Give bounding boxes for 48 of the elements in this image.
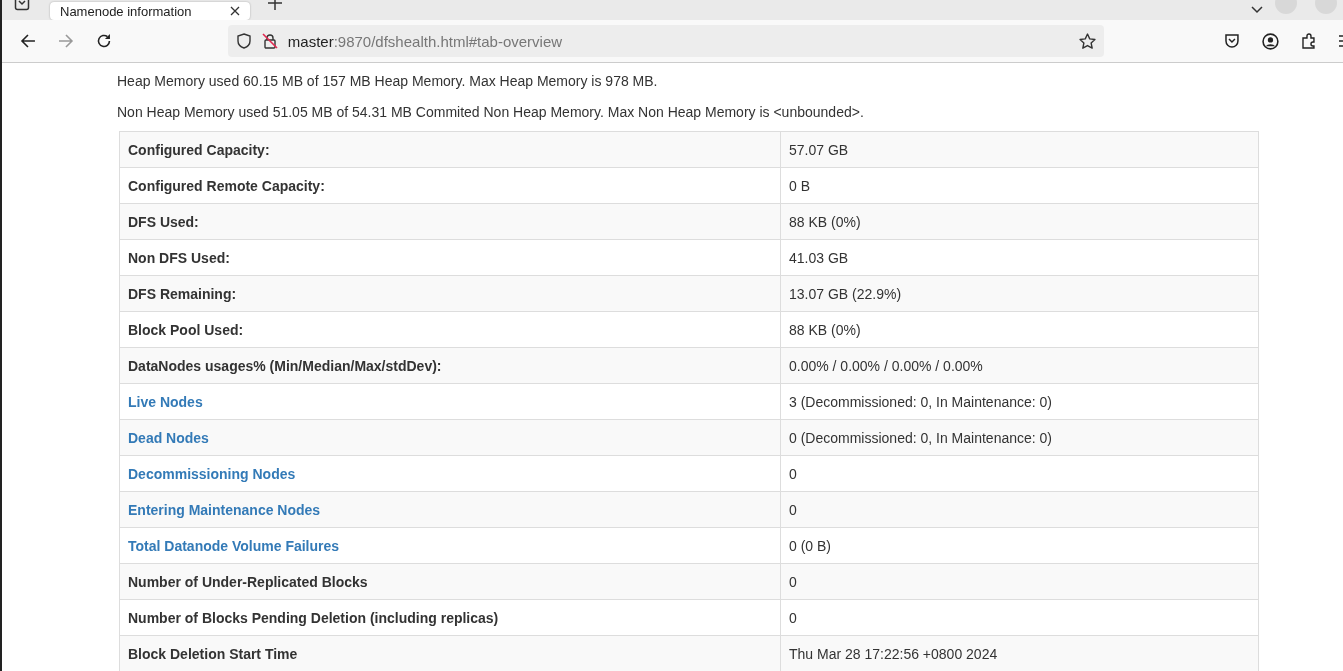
- table-link[interactable]: Total Datanode Volume Failures: [128, 537, 340, 554]
- table-cell: 88 KB (0%): [780, 203, 1259, 240]
- table-cell: 0.00% / 0.00% / 0.00% / 0.00%: [780, 347, 1259, 384]
- table-cell: 88 KB (0%): [780, 311, 1259, 348]
- table-link[interactable]: Live Nodes: [128, 393, 203, 410]
- row-label: Configured Capacity:: [119, 131, 781, 168]
- menu-icon[interactable]: [1339, 33, 1343, 49]
- table-cell: 0: [780, 563, 1259, 600]
- row-label: Configured Remote Capacity:: [119, 167, 781, 204]
- pocket-icon[interactable]: [1224, 33, 1241, 49]
- forward-icon[interactable]: [57, 33, 74, 49]
- extensions-icon[interactable]: [1301, 33, 1318, 49]
- table-cell: 0: [780, 455, 1259, 492]
- table-cell: 0 B: [780, 167, 1259, 204]
- browser-tab[interactable]: Namenode information: [50, 2, 250, 20]
- table-cell: 0: [780, 491, 1259, 528]
- table-cell: 41.03 GB: [780, 239, 1259, 276]
- chevron-down-icon[interactable]: [1251, 6, 1263, 14]
- back-icon[interactable]: [20, 33, 36, 49]
- table-link[interactable]: Entering Maintenance Nodes: [128, 501, 321, 518]
- url-text: master:9870/dfshealth.html#tab-overview: [287, 32, 563, 50]
- table-cell: 0 (0 B): [780, 527, 1259, 564]
- star-icon[interactable]: [1079, 32, 1097, 50]
- row-label: Block Deletion Start Time: [119, 635, 781, 671]
- row-label: DataNodes usages% (Min/Median/Max/stdDev):: [119, 347, 781, 384]
- memory-text: Heap Memory used 60.15 MB of 157 MB Heap Memory. Max Heap Memory is 978 MB.: [117, 73, 659, 90]
- row-label: Non DFS Used:: [119, 239, 781, 276]
- close-icon[interactable]: [230, 6, 240, 16]
- address-bar[interactable]: master:9870/dfshealth.html#tab-overview: [227, 25, 1105, 57]
- row-label: DFS Remaining:: [119, 275, 781, 312]
- row-label: Number of Blocks Pending Deletion (including replicas): [119, 599, 781, 636]
- account-icon[interactable]: [1262, 32, 1280, 50]
- row-label: DFS Used:: [119, 203, 781, 240]
- memory-text: Non Heap Memory used 51.05 MB of 54.31 MB Commited Non Heap Memory. Max Non Heap Memory is <unbounded>.: [117, 104, 865, 121]
- table-cell: 0: [780, 599, 1259, 636]
- shield-icon[interactable]: [235, 33, 252, 49]
- insecure-lock-icon[interactable]: [261, 33, 278, 49]
- table-cell: 13.07 GB (22.9%): [780, 275, 1259, 312]
- table-link[interactable]: Dead Nodes: [128, 429, 209, 446]
- row-label: Number of Under-Replicated Blocks: [119, 563, 781, 600]
- table-cell: 0 (Decommissioned: 0, In Maintenance: 0): [780, 419, 1259, 456]
- table-cell: Thu Mar 28 17:22:56 +0800 2024: [780, 635, 1259, 671]
- row-label: Block Pool Used:: [119, 311, 781, 348]
- table-cell: 3 (Decommissioned: 0, In Maintenance: 0): [780, 383, 1259, 420]
- table-cell: 57.07 GB: [780, 131, 1259, 168]
- reload-icon[interactable]: [95, 33, 112, 49]
- table-link[interactable]: Decommissioning Nodes: [128, 465, 296, 482]
- new-tab-icon[interactable]: [268, 0, 282, 10]
